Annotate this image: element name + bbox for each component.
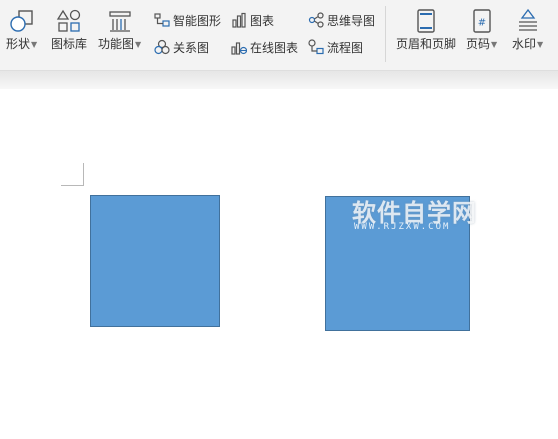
online-chart-icon — [231, 39, 247, 55]
ribbon-shadow — [0, 71, 558, 89]
svg-text:#: # — [477, 18, 485, 29]
smart-graphic-label: 智能图形 — [173, 13, 222, 28]
icon-library-button[interactable]: 图标库 — [51, 6, 87, 51]
mind-map-label: 思维导图 — [327, 13, 376, 28]
icon-library-icon — [54, 6, 84, 36]
chart-button[interactable]: 图表 — [231, 11, 274, 29]
icon-library-label: 图标库 — [51, 37, 88, 51]
smart-graphic-icon — [154, 12, 170, 28]
flow-chart-label: 流程图 — [327, 40, 364, 55]
toolbar-separator — [385, 6, 386, 62]
bar-chart-icon — [231, 12, 247, 28]
mind-map-icon — [308, 12, 324, 28]
function-chart-label: 功能图 — [98, 37, 135, 51]
relation-chart-label: 关系图 — [173, 40, 210, 55]
ribbon-toolbar: 形状▼ 图标库 功能图▼ 智能图形 关系图 图表 在线图表 思维导图 流程图 页… — [0, 0, 558, 71]
shape-label: 形状 — [6, 37, 31, 51]
header-footer-label: 页眉和页脚 — [396, 37, 457, 51]
page-margin-marker — [61, 163, 84, 186]
function-chart-icon — [105, 6, 135, 36]
site-watermark-url: WWW.RJZXW.COM — [354, 222, 451, 232]
chart-label: 图表 — [250, 13, 275, 28]
online-chart-label: 在线图表 — [250, 40, 299, 55]
flow-chart-icon — [308, 39, 324, 55]
relation-chart-button[interactable]: 关系图 — [154, 38, 209, 56]
page-number-label: 页码 — [466, 37, 491, 51]
page-number-icon: # — [467, 6, 497, 36]
smart-graphic-button[interactable]: 智能图形 — [154, 11, 221, 29]
watermark-label: 水印 — [512, 37, 537, 51]
header-footer-button[interactable]: 页眉和页脚 — [396, 6, 456, 51]
watermark-icon — [513, 6, 543, 36]
function-chart-button[interactable]: 功能图▼ — [98, 6, 141, 52]
online-chart-button[interactable]: 在线图表 — [231, 38, 298, 56]
chevron-down-icon: ▼ — [537, 40, 544, 49]
chevron-down-icon: ▼ — [135, 40, 142, 49]
chevron-down-icon: ▼ — [31, 40, 38, 49]
rectangle-shape-left[interactable] — [90, 195, 220, 327]
flow-chart-button[interactable]: 流程图 — [308, 38, 363, 56]
header-footer-icon — [411, 6, 441, 36]
shape-button[interactable]: 形状▼ — [6, 6, 37, 52]
mind-map-button[interactable]: 思维导图 — [308, 11, 375, 29]
shape-icon — [7, 6, 37, 36]
document-canvas[interactable]: 软件自学网 WWW.RJZXW.COM — [0, 89, 558, 439]
relation-chart-icon — [154, 39, 170, 55]
page-number-button[interactable]: # 页码▼ — [466, 6, 497, 52]
watermark-button[interactable]: 水印▼ — [512, 6, 543, 52]
chevron-down-icon: ▼ — [491, 40, 498, 49]
